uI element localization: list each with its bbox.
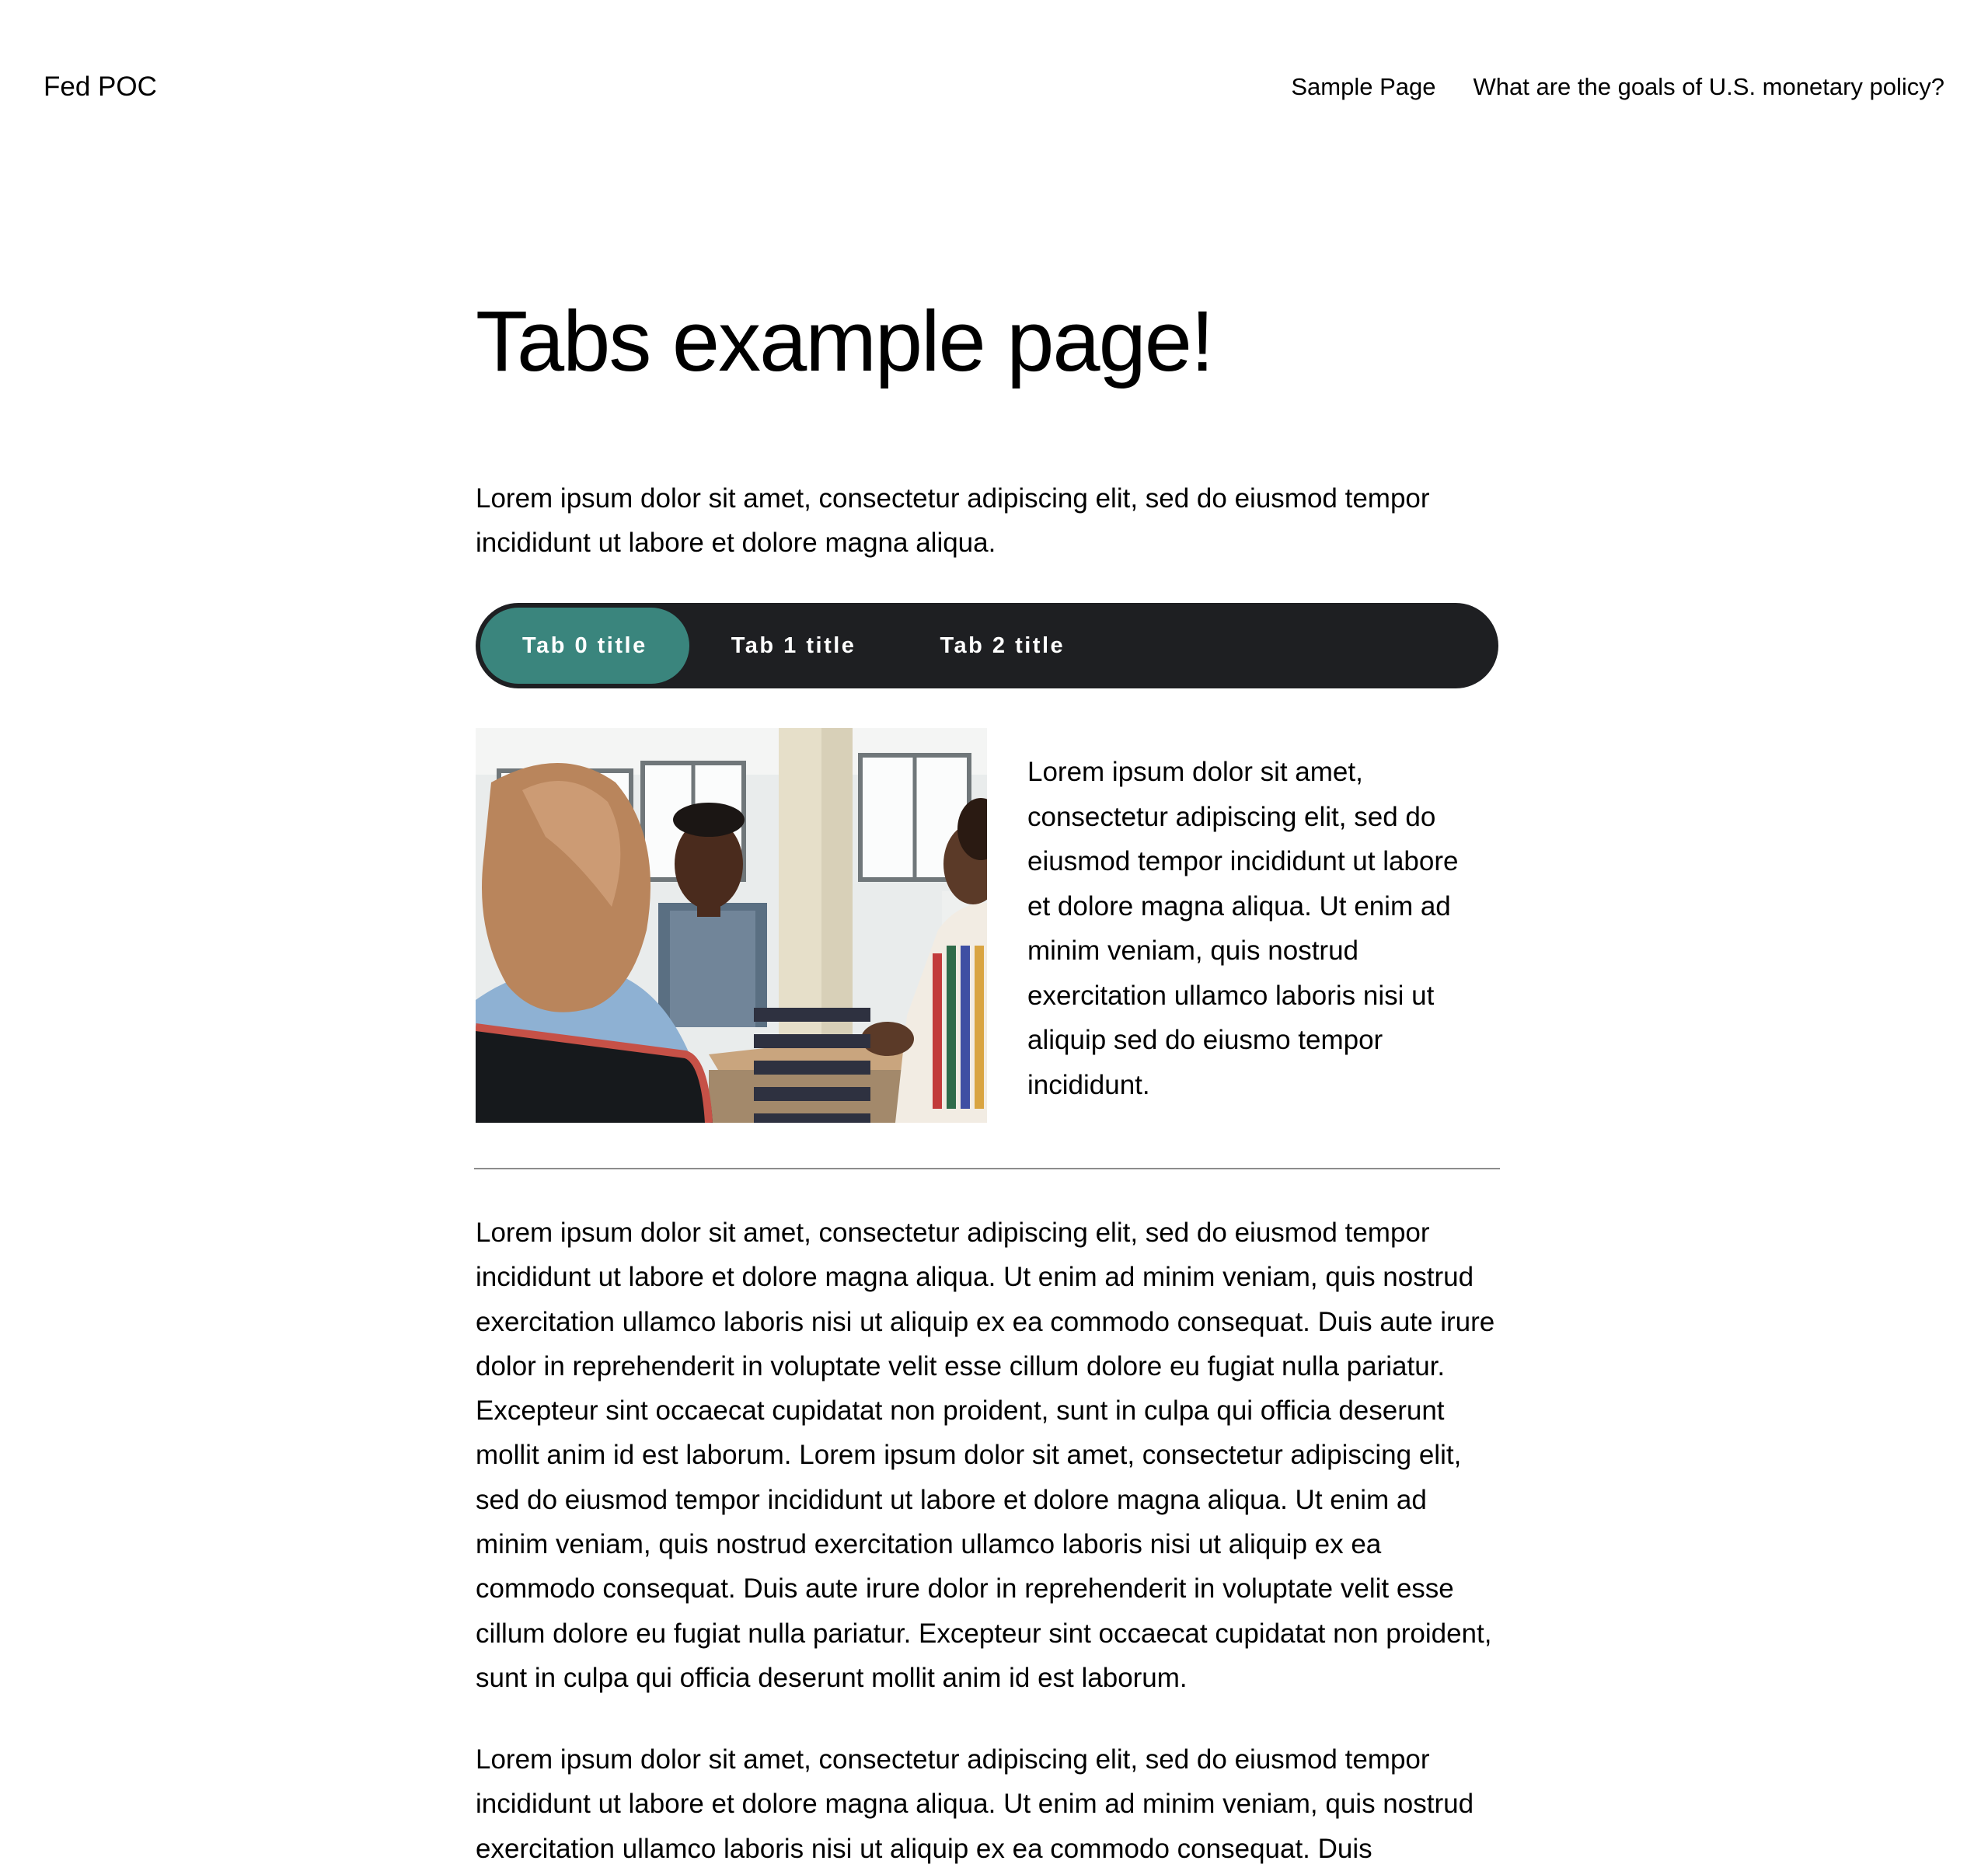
tab-panel-text: Lorem ipsum dolor sit amet, consectetur … bbox=[1027, 757, 1459, 1100]
meeting-photo bbox=[476, 728, 987, 1123]
meeting-photo-illustration bbox=[476, 728, 987, 1123]
body-paragraph-1: Lorem ipsum dolor sit amet, consectetur … bbox=[476, 1218, 1495, 1693]
tab-2[interactable]: Tab 2 title bbox=[898, 608, 1107, 684]
nav-link-sample-page[interactable]: Sample Page bbox=[1291, 71, 1435, 103]
intro-paragraph: Lorem ipsum dolor sit amet, consectetur … bbox=[476, 483, 1430, 558]
page-title: Tabs example page! bbox=[476, 294, 1215, 389]
site-title-link[interactable]: Fed POC bbox=[44, 70, 157, 104]
primary-nav: Sample Page What are the goals of U.S. m… bbox=[1291, 71, 1944, 103]
nav-link-monetary-policy[interactable]: What are the goals of U.S. monetary poli… bbox=[1473, 71, 1944, 103]
tab-panel: Lorem ipsum dolor sit amet, consectetur … bbox=[476, 728, 1498, 1123]
tab-1[interactable]: Tab 1 title bbox=[689, 608, 898, 684]
separator bbox=[474, 1168, 1500, 1169]
site-header: Fed POC Sample Page What are the goals o… bbox=[0, 0, 1988, 171]
tab-bar: Tab 0 title Tab 1 title Tab 2 title bbox=[476, 603, 1498, 688]
tab-0[interactable]: Tab 0 title bbox=[480, 608, 689, 684]
body-paragraph-2: Lorem ipsum dolor sit amet, consectetur … bbox=[476, 1744, 1474, 1864]
